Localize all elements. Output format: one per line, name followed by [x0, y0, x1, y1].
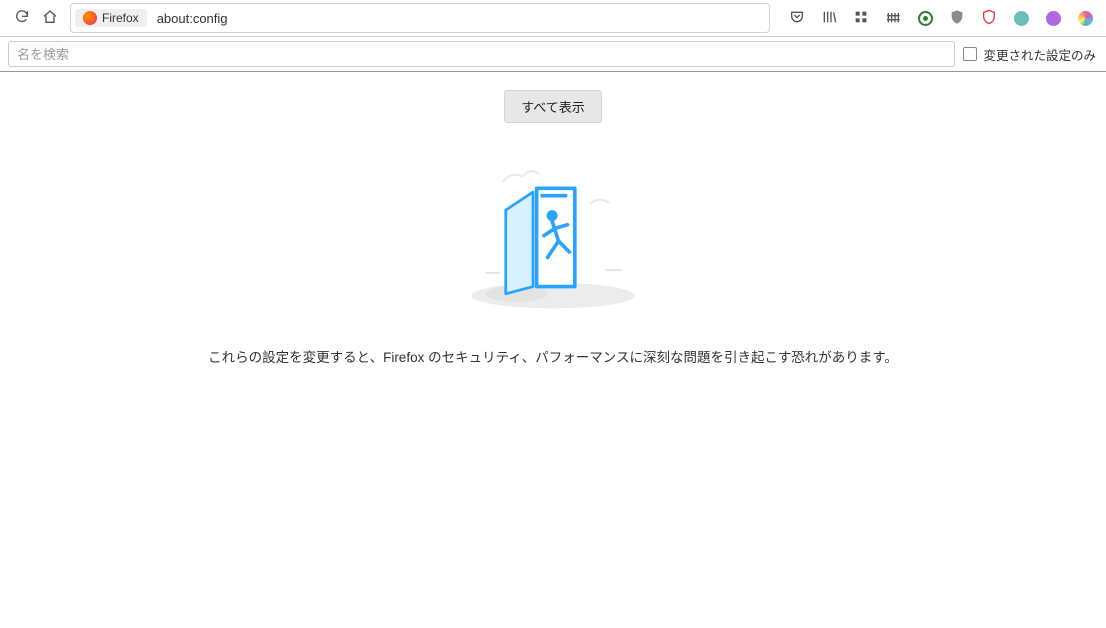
- ext-multicolor[interactable]: [1072, 5, 1098, 31]
- pocket-icon: [789, 9, 805, 28]
- ext-grey-shield-icon: [949, 9, 965, 28]
- bookmark-star-button[interactable]: [743, 8, 763, 28]
- caution-illustration: [453, 147, 653, 317]
- changed-only-label: 変更された設定のみ: [983, 45, 1096, 64]
- ext-purple[interactable]: [1040, 5, 1066, 31]
- firefox-logo-icon: [83, 11, 97, 25]
- ext-teal-icon: [1014, 11, 1029, 26]
- ext-red-shield-icon: [981, 9, 997, 28]
- pocket-button[interactable]: [784, 5, 810, 31]
- identity-label: Firefox: [102, 11, 139, 25]
- url-bar[interactable]: Firefox about:config: [70, 3, 770, 33]
- grid-icon: [853, 9, 869, 28]
- url-text[interactable]: about:config: [155, 11, 743, 26]
- fence-icon: [885, 9, 901, 28]
- toolbar-extensions: [784, 5, 1098, 31]
- ext-green-circle-icon: [918, 11, 933, 26]
- ext-purple-icon: [1046, 11, 1061, 26]
- library-button[interactable]: [816, 5, 842, 31]
- reload-button[interactable]: [8, 4, 36, 32]
- library-icon: [821, 9, 837, 28]
- reload-icon: [14, 9, 30, 28]
- ext-red-outline[interactable]: [976, 5, 1002, 31]
- fence-button[interactable]: [880, 5, 906, 31]
- ext-multicolor-icon: [1078, 11, 1093, 26]
- home-icon: [42, 9, 58, 28]
- pref-search-input[interactable]: [8, 41, 955, 67]
- ext-green-circle[interactable]: [912, 5, 938, 31]
- grid-button[interactable]: [848, 5, 874, 31]
- home-button[interactable]: [36, 4, 64, 32]
- identity-box[interactable]: Firefox: [75, 9, 147, 27]
- show-all-button[interactable]: すべて表示: [504, 90, 602, 123]
- checkbox-icon: [963, 47, 977, 61]
- config-warning-text: これらの設定を変更すると、Firefox のセキュリティ、パフォーマンスに深刻な…: [208, 347, 898, 369]
- changed-only-toggle[interactable]: 変更された設定のみ: [963, 45, 1106, 64]
- wet-floor-sign-icon: [453, 147, 653, 317]
- ext-teal[interactable]: [1008, 5, 1034, 31]
- ext-grey-shield[interactable]: [944, 5, 970, 31]
